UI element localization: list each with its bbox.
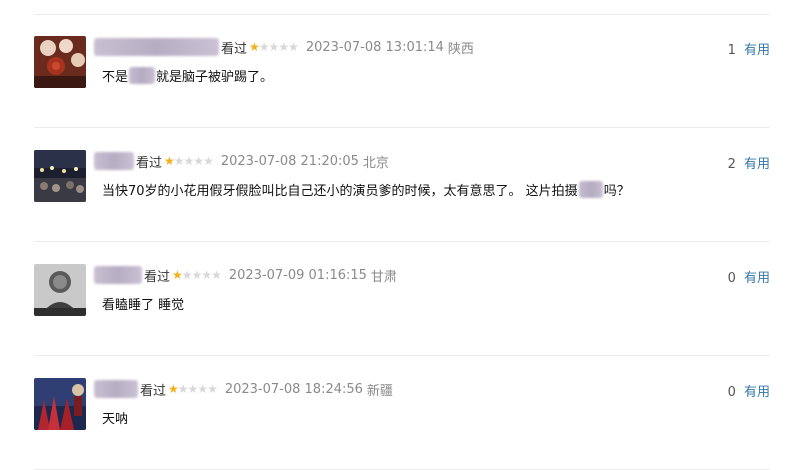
star-filled-icon: ★: [164, 154, 175, 168]
useful-count: 1: [727, 43, 736, 58]
star-empty-icon: ★: [211, 268, 222, 282]
useful-button[interactable]: 有用: [744, 43, 770, 58]
review-text: 看瞌睡了 睡觉: [102, 298, 185, 313]
rating-stars: ★ ★ ★ ★ ★: [172, 268, 222, 282]
rating-stars: ★ ★ ★ ★ ★: [164, 154, 214, 168]
star-empty-icon: ★: [191, 268, 203, 282]
useful-count: 0: [727, 271, 736, 286]
username-blurred[interactable]: [94, 38, 219, 56]
review-content: 看瞌睡了 睡觉: [102, 294, 184, 313]
review-content: 当快70岁的小花用假牙假脸叫比自己还小的演员爹的时候，太有意思了。 这片拍摄 吗…: [102, 180, 630, 199]
username-blurred[interactable]: [94, 152, 134, 170]
review-item: 看过 ★ ★ ★ ★ ★ 2023-07-08 13:01:14 陕西 1 有用 不是 …: [34, 14, 770, 128]
username-blurred[interactable]: [94, 380, 138, 398]
star-empty-icon: ★: [258, 40, 270, 54]
star-filled-icon: ★: [172, 268, 183, 282]
star-empty-icon: ★: [181, 268, 193, 282]
useful-button[interactable]: 有用: [744, 271, 770, 286]
avatar[interactable]: [34, 150, 86, 202]
review-location: 新疆: [366, 383, 393, 399]
useful-vote: 1 有用: [728, 39, 770, 58]
review-content: 不是 就是脑子被驴踢了。: [102, 66, 273, 85]
star-filled-icon: ★: [168, 382, 179, 396]
watch-status: 看过: [136, 155, 163, 171]
review-time: 2023-07-08 18:24:56: [224, 381, 363, 397]
useful-vote: 0 有用: [728, 267, 770, 286]
redacted-text: [578, 181, 603, 198]
useful-count: 2: [727, 157, 736, 172]
rating-stars: ★ ★ ★ ★ ★: [249, 40, 299, 54]
useful-count: 0: [727, 385, 736, 400]
star-empty-icon: ★: [278, 40, 289, 54]
rating-stars: ★ ★ ★ ★ ★: [168, 382, 218, 396]
review-item: 看过 ★ ★ ★ ★ ★ 2023-07-08 21:20:05 北京 2 有用 当快7…: [34, 128, 770, 242]
star-empty-icon: ★: [187, 382, 199, 396]
review-item: 看过 ★ ★ ★ ★ ★ 2023-07-08 18:24:56 新疆 0 有用 天呐: [34, 356, 770, 470]
useful-vote: 2 有用: [728, 153, 770, 172]
avatar[interactable]: [34, 378, 86, 430]
review-content: 天呐: [102, 408, 128, 427]
useful-button[interactable]: 有用: [744, 157, 770, 172]
useful-button[interactable]: 有用: [744, 385, 770, 400]
review-meta: 看过 ★ ★ ★ ★ ★ 2023-07-08 21:20:05 北京: [94, 150, 389, 172]
star-empty-icon: ★: [183, 154, 195, 168]
star-empty-icon: ★: [201, 268, 212, 282]
review-item: 看过 ★ ★ ★ ★ ★ 2023-07-09 01:16:15 甘肃 0 有用 看瞌睡…: [34, 242, 770, 356]
watch-status: 看过: [144, 269, 171, 285]
star-filled-icon: ★: [249, 40, 260, 54]
review-location: 甘肃: [370, 269, 397, 285]
review-time: 2023-07-08 21:20:05: [220, 153, 359, 169]
star-empty-icon: ★: [177, 382, 189, 396]
avatar[interactable]: [34, 264, 86, 316]
review-location: 北京: [362, 155, 389, 171]
review-text: 不是: [102, 70, 129, 85]
star-empty-icon: ★: [288, 40, 299, 54]
username-blurred[interactable]: [94, 266, 142, 284]
review-meta: 看过 ★ ★ ★ ★ ★ 2023-07-09 01:16:15 甘肃: [94, 264, 397, 286]
review-meta: 看过 ★ ★ ★ ★ ★ 2023-07-08 18:24:56 新疆: [94, 378, 393, 400]
review-text: 天呐: [102, 412, 129, 427]
useful-vote: 0 有用: [728, 381, 770, 400]
watch-status: 看过: [140, 383, 167, 399]
review-meta: 看过 ★ ★ ★ ★ ★ 2023-07-08 13:01:14 陕西: [94, 36, 474, 58]
avatar[interactable]: [34, 36, 86, 88]
review-time: 2023-07-09 01:16:15: [228, 267, 367, 283]
review-text: 当快70岁的小花用假牙假脸叫比自己还小的演员爹的时候，太有意思了。 这片拍摄: [102, 184, 578, 199]
star-empty-icon: ★: [203, 154, 214, 168]
redacted-text: [129, 67, 156, 84]
review-text: 就是脑子被驴踢了。: [156, 70, 274, 85]
review-text: 吗？: [603, 184, 630, 199]
star-empty-icon: ★: [197, 382, 208, 396]
star-empty-icon: ★: [207, 382, 218, 396]
review-location: 陕西: [447, 41, 474, 57]
watch-status: 看过: [221, 41, 248, 57]
star-empty-icon: ★: [173, 154, 185, 168]
star-empty-icon: ★: [193, 154, 204, 168]
review-time: 2023-07-08 13:01:14: [305, 39, 444, 55]
star-empty-icon: ★: [268, 40, 280, 54]
